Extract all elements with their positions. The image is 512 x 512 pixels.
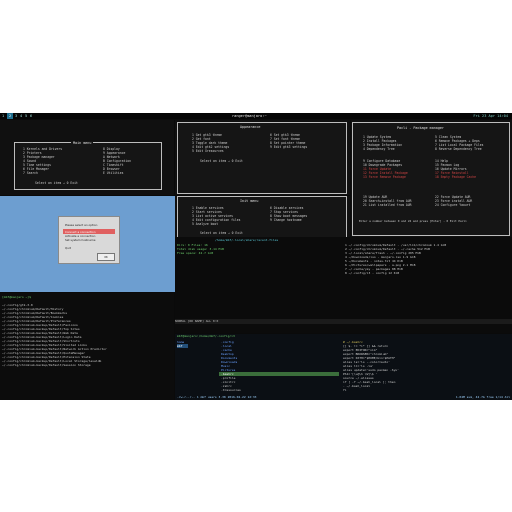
init-item-5[interactable]: 5 Analyze boot	[192, 222, 218, 226]
ranger-disk-info: 1.04M sum, 42.7G free 1/14 All	[455, 395, 510, 399]
menu-item-search[interactable]: 7 Search	[23, 171, 38, 175]
workspace-4[interactable]: 4	[20, 113, 22, 119]
dialog-title: Please select an option	[65, 223, 98, 227]
workspace-1[interactable]: 1	[2, 113, 4, 119]
system-tray: Fri 23 Apr 14:04	[473, 114, 508, 118]
init-item-9[interactable]: 9 Change hostname	[270, 218, 302, 222]
pacman-title: Pacli - Package manager	[397, 126, 444, 130]
ranger-pane[interactable]: mbf@manjaro:/home/mbf/.config/i3 home mb…	[175, 334, 512, 400]
ranger-preview-line: . ~/.bash_local	[343, 384, 371, 388]
usage-row-8[interactable]: 8 ~/.config/i3 - config 12 KiB	[345, 271, 399, 275]
desktop-screen: 1 2 3 4 5 6 ranger@manjaro:~ Fri 23 Apr …	[0, 113, 512, 400]
terminal-prompt: [mbf@manjaro ~]$	[2, 295, 31, 299]
pacman-item-8[interactable]: 8 Reverse Dependency Tree	[435, 147, 482, 151]
pacman-box: Pacli - Package manager 1 Update System …	[352, 122, 510, 236]
main-menu-box: Main menu 1 Kernels and Drivers 2 Printe…	[14, 141, 162, 190]
main-menu-title: Main menu	[71, 141, 94, 145]
dialog-option-quit[interactable]: Quit	[65, 246, 71, 250]
left-terminal[interactable]: [mbf@manjaro ~]$ ~/.config/gtk-3.0 ~/.co…	[0, 293, 174, 400]
pacman-item-4[interactable]: 4 Dependency Tree	[363, 147, 395, 151]
ranger-path: mbf@manjaro:/home/mbf/.config/i3	[177, 334, 235, 338]
appearance-pane: Appearance 1 Get gtk3 theme 2 Get font 3…	[175, 120, 350, 195]
pacman-item-21[interactable]: 21 List installed from AUR	[363, 203, 411, 207]
ranger-selection-highlight	[219, 372, 339, 376]
appearance-prompt[interactable]: Select an item → 0 Exit	[200, 159, 243, 163]
top-bar: 1 2 3 4 5 6 ranger@manjaro:~ Fri 23 Apr …	[0, 113, 512, 119]
workspace-2[interactable]: 2	[7, 113, 14, 119]
window-title: ranger@manjaro:~	[232, 114, 267, 118]
workspace-5[interactable]: 5	[25, 113, 27, 119]
pacman-item-24[interactable]: 24 Configure Yaourt	[435, 203, 470, 207]
ranger-file-info: -rw-r--r-- 1 mbf users 3.3K 2016-04-22 1…	[177, 395, 257, 399]
recent-files-status: NORMAL [NO NAME] ALL 0:0	[175, 319, 512, 324]
pacman-prompt[interactable]: Enter a number between 0 and 24 and pres…	[359, 219, 467, 223]
pacman-item-18[interactable]: 18 Empty Package Cache	[435, 175, 476, 179]
dialog-option-3[interactable]: Set system hostname	[65, 238, 95, 242]
workspace-3[interactable]: 3	[15, 113, 17, 119]
network-dialog: Please select an option Connect a connec…	[58, 216, 120, 264]
appearance-title: Appearance	[240, 125, 261, 129]
vm-window: Please select an option Connect a connec…	[0, 196, 175, 292]
init-menu-title: Init menu	[240, 199, 259, 203]
dialog-option-1[interactable]: Connect a connection	[65, 230, 95, 234]
main-menu-pane: Main menu 1 Kernels and Drivers 2 Printe…	[0, 120, 174, 195]
ranger-col1-selected[interactable]: mbf	[177, 344, 189, 348]
recent-files-header: /home/mbf/.local/share/recent-files	[215, 238, 279, 242]
appearance-box: Appearance 1 Get gtk3 theme 2 Get font 3…	[177, 122, 347, 194]
appearance-item-5[interactable]: 5 Edit Xresources	[192, 149, 224, 153]
workspace-6[interactable]: 6	[30, 113, 32, 119]
terminal-line: ~/.config/chromium-backup/Default/Sessio…	[2, 363, 91, 367]
menu-item-utilities[interactable]: E Utilities	[103, 171, 124, 175]
main-menu-prompt[interactable]: Select an item → 0 Exit	[35, 181, 78, 185]
ranger-file[interactable]: .Xresources	[221, 388, 241, 392]
recent-files-pane: /home/mbf/.local/share/recent-files Dirs…	[175, 237, 512, 333]
pacman-item-13[interactable]: 13 Force Remove Package	[363, 175, 406, 179]
appearance-item-9[interactable]: 9 Edit gtk3 settings	[270, 145, 307, 149]
ranger-preview-line: fi	[343, 388, 347, 392]
recent-files-row-3: Free space: 42.7 GiB	[177, 251, 214, 255]
init-menu-prompt[interactable]: Select an item → 0 Exit	[200, 231, 243, 235]
dialog-ok-button[interactable]: OK	[97, 253, 115, 261]
pacman-pane: Pacli - Package manager 1 Update System …	[351, 120, 512, 237]
ranger-statusbar: -rw-r--r-- 1 mbf users 3.3K 2016-04-22 1…	[175, 395, 512, 400]
